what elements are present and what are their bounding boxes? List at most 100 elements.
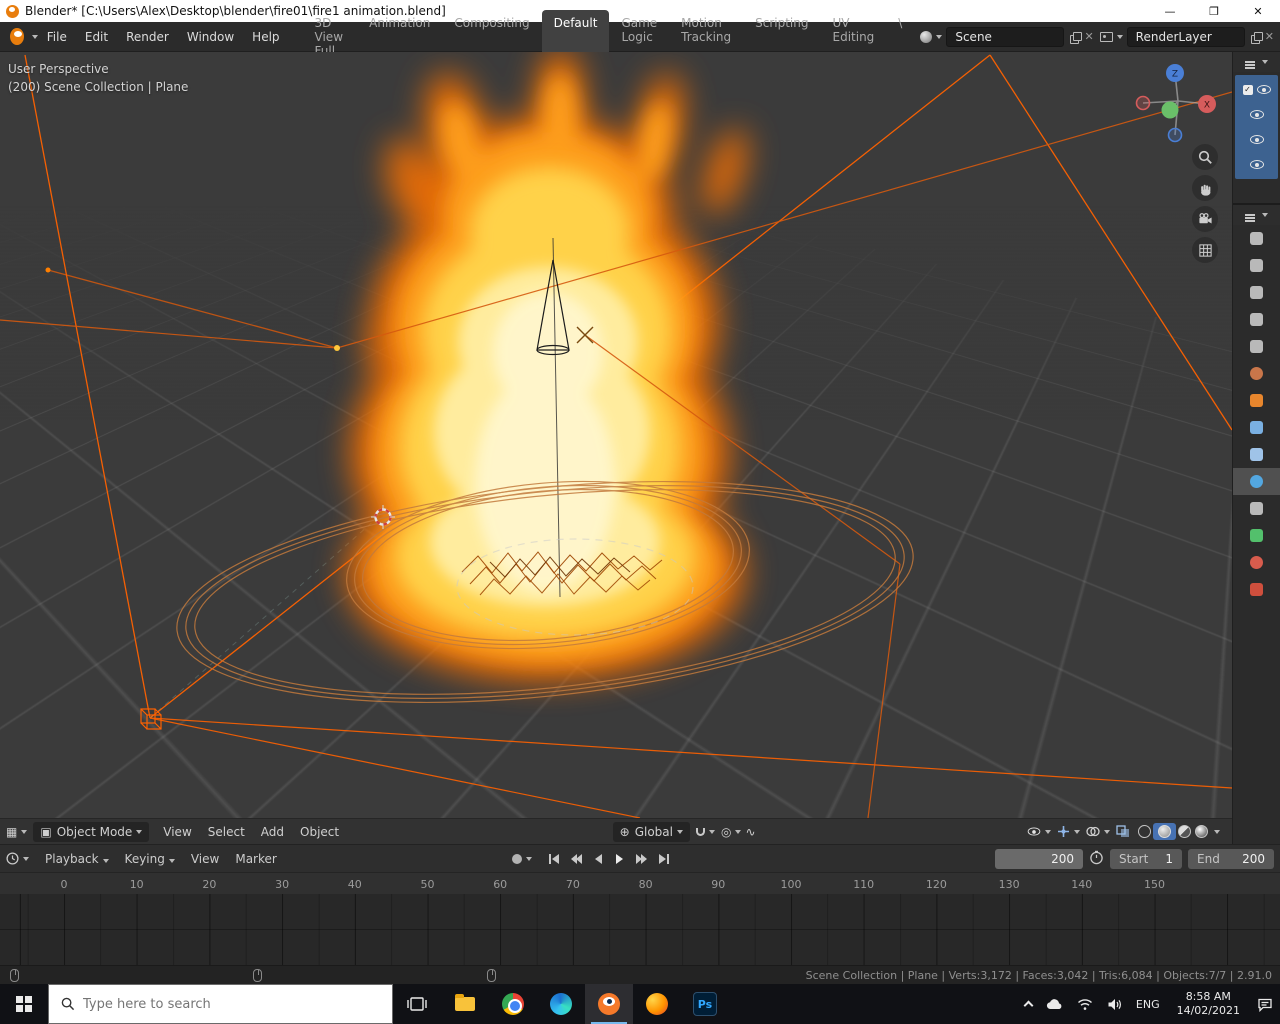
current-frame-field[interactable]: 200 (995, 848, 1083, 869)
xray-toggle[interactable] (1116, 825, 1130, 838)
scene-name-field[interactable]: Scene (946, 26, 1065, 47)
chrome-icon[interactable] (489, 984, 537, 1024)
outliner-row[interactable] (1235, 127, 1278, 152)
photoshop-icon[interactable]: Ps (681, 984, 729, 1024)
new-view-layer-icon[interactable] (1250, 31, 1263, 44)
properties-tab-object-data[interactable] (1233, 522, 1280, 549)
shading-solid-button[interactable] (1153, 823, 1177, 840)
volume-icon[interactable] (1100, 984, 1129, 1024)
mode-dropdown[interactable]: ▣ Object Mode (33, 821, 150, 842)
timeline-marker-menu[interactable]: Marker (227, 852, 284, 866)
search-input[interactable] (83, 996, 343, 1012)
timeline-editor-type-button[interactable] (6, 852, 29, 865)
properties-tab-render[interactable] (1233, 252, 1280, 279)
play-reverse-button[interactable] (588, 850, 608, 868)
new-scene-icon[interactable] (1070, 31, 1083, 44)
jump-to-next-keyframe-button[interactable] (632, 850, 652, 868)
jump-to-prev-keyframe-button[interactable] (566, 850, 586, 868)
timeline-view-menu[interactable]: View (183, 852, 227, 866)
transform-orientation-dropdown[interactable]: ⊕ Global (612, 821, 690, 842)
properties-tab-tool[interactable] (1233, 225, 1280, 252)
properties-tab-particles[interactable] (1233, 441, 1280, 468)
view-layer-browse[interactable] (1099, 31, 1123, 42)
properties-tab-scene[interactable] (1233, 333, 1280, 360)
properties-tab-output[interactable] (1233, 279, 1280, 306)
toggle-ortho-icon[interactable] (1192, 237, 1218, 263)
menubar-item[interactable]: Render (117, 30, 178, 44)
taskbar-search[interactable] (48, 984, 393, 1024)
blender-menu-icon[interactable] (10, 28, 24, 45)
remove-view-layer-icon[interactable]: ✕ (1265, 30, 1274, 43)
zoom-icon[interactable] (1192, 144, 1218, 170)
viewport-menu-item[interactable]: Object (292, 825, 347, 839)
properties-tab-texture[interactable] (1233, 576, 1280, 603)
viewport-menu-item[interactable]: Add (253, 825, 292, 839)
onedrive-icon[interactable] (1039, 984, 1070, 1024)
hidden-icons-button[interactable] (1018, 984, 1039, 1024)
outliner-editor-type-button[interactable] (1233, 52, 1280, 72)
shading-rendered-button[interactable] (1195, 825, 1209, 838)
menubar-item[interactable]: Edit (76, 30, 117, 44)
eye-icon[interactable] (1249, 160, 1264, 169)
shading-material-button[interactable] (1178, 825, 1192, 838)
menubar-item[interactable]: Window (178, 30, 243, 44)
menubar-item[interactable]: Help (243, 30, 288, 44)
properties-tab-material[interactable] (1233, 549, 1280, 576)
preview-range-toggle[interactable] (1089, 850, 1104, 868)
viewport-menu-item[interactable]: View (155, 825, 199, 839)
file-explorer-icon[interactable] (441, 984, 489, 1024)
taskbar-clock[interactable]: 8:58 AM 14/02/2021 (1167, 990, 1250, 1018)
task-view-button[interactable] (393, 984, 441, 1024)
menubar-item[interactable]: File (38, 30, 76, 44)
timeline-ruler[interactable]: 0 10 20 30 40 50 60 70 80 90 100 110 120 130 140 150 (0, 872, 1280, 894)
editor-type-button[interactable]: ▦ (6, 825, 28, 839)
scene-browse[interactable] (920, 30, 943, 43)
outliner-row[interactable] (1235, 152, 1278, 177)
jump-to-end-button[interactable] (654, 850, 674, 868)
timeline-track-area[interactable] (0, 894, 1280, 965)
frame-end-field[interactable]: End 200 (1188, 848, 1274, 869)
jump-to-start-button[interactable] (544, 850, 564, 868)
eye-icon[interactable] (1249, 110, 1264, 119)
navigation-gizmo[interactable]: Z X (1128, 56, 1224, 148)
viewport-menu-item[interactable]: Select (200, 825, 253, 839)
view-layer-field[interactable]: RenderLayer (1126, 26, 1245, 47)
playback-menu[interactable]: Playback (37, 852, 117, 866)
maximize-button[interactable]: ❐ (1192, 0, 1236, 22)
properties-tab-physics[interactable] (1233, 468, 1280, 495)
language-indicator[interactable]: ENG (1129, 984, 1167, 1024)
play-button[interactable] (610, 850, 630, 868)
edge-icon[interactable] (537, 984, 585, 1024)
network-icon[interactable] (1070, 984, 1100, 1024)
overlays-dropdown[interactable] (1086, 825, 1111, 838)
outliner-row[interactable]: ✓ (1235, 77, 1278, 102)
action-center-button[interactable] (1250, 984, 1280, 1024)
camera-view-icon[interactable] (1192, 206, 1218, 232)
move-view-icon[interactable] (1192, 175, 1218, 201)
blender-taskbar-icon[interactable] (585, 984, 633, 1024)
minimize-button[interactable]: — (1148, 0, 1192, 22)
properties-editor-type-button[interactable] (1233, 205, 1280, 225)
visibility-dropdown[interactable] (1027, 827, 1052, 836)
properties-tab-modifiers[interactable] (1233, 414, 1280, 441)
unlink-scene-icon[interactable]: ✕ (1084, 30, 1093, 43)
snap-dropdown[interactable] (695, 827, 715, 836)
properties-tab-world[interactable] (1233, 360, 1280, 387)
properties-tab-view-layer[interactable] (1233, 306, 1280, 333)
eye-icon[interactable] (1249, 135, 1264, 144)
checkbox-icon[interactable]: ✓ (1242, 84, 1253, 95)
shading-wireframe-button[interactable] (1138, 825, 1152, 838)
close-button[interactable]: ✕ (1236, 0, 1280, 22)
eye-icon[interactable] (1256, 85, 1271, 94)
firefox-icon[interactable] (633, 984, 681, 1024)
outliner-row[interactable] (1235, 102, 1278, 127)
auto-keying-toggle[interactable] (512, 853, 532, 864)
keying-menu[interactable]: Keying (117, 852, 183, 866)
properties-tab-object[interactable] (1233, 387, 1280, 414)
show-gizmo-dropdown[interactable] (1057, 825, 1081, 838)
3d-viewport[interactable]: User Perspective (200) Scene Collection … (0, 52, 1232, 818)
frame-start-field[interactable]: Start 1 (1110, 848, 1182, 869)
proportional-edit-dropdown[interactable]: ◎ ∿ (721, 825, 756, 839)
properties-tab-object-constraints[interactable] (1233, 495, 1280, 522)
start-button[interactable] (0, 984, 48, 1024)
